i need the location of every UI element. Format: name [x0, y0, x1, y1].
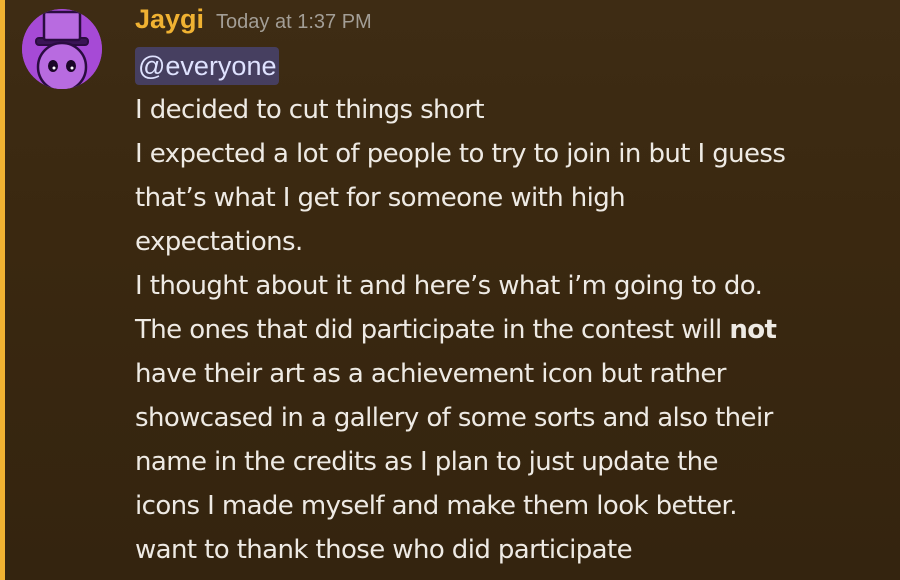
- message-line-with-bold: The ones that did participate in the con…: [135, 308, 895, 352]
- user-avatar[interactable]: [22, 9, 102, 89]
- message-line: that’s what I get for someone with high: [135, 183, 626, 213]
- bold-text: not: [729, 315, 777, 345]
- message-line: showcased in a gallery of some sorts and…: [135, 403, 773, 433]
- message-line: I expected a lot of people to try to joi…: [135, 139, 786, 169]
- message-line: I thought about it and here’s what i’m g…: [135, 271, 763, 301]
- author-name[interactable]: Jaygi: [135, 4, 204, 35]
- message-line: expectations.: [135, 227, 303, 257]
- message-header: Jaygi Today at 1:37 PM: [135, 4, 372, 44]
- message-line: have their art as a achievement icon but…: [135, 359, 726, 389]
- message-text-segment: The ones that did participate in the con…: [135, 315, 730, 345]
- message-line: want to thank those who did participate: [135, 535, 633, 565]
- everyone-mention[interactable]: @everyone: [135, 47, 280, 85]
- message-line: name in the credits as I plan to just up…: [135, 447, 719, 477]
- message-line: icons I made myself and make them look b…: [135, 491, 737, 521]
- message-line: I decided to cut things short: [135, 95, 485, 125]
- message-content: I decided to cut things short I expected…: [135, 88, 895, 572]
- purple-top-hat-face-icon: [22, 9, 102, 89]
- chat-message: Jaygi Today at 1:37 PM @everyone I decid…: [0, 0, 900, 580]
- message-timestamp[interactable]: Today at 1:37 PM: [216, 11, 372, 34]
